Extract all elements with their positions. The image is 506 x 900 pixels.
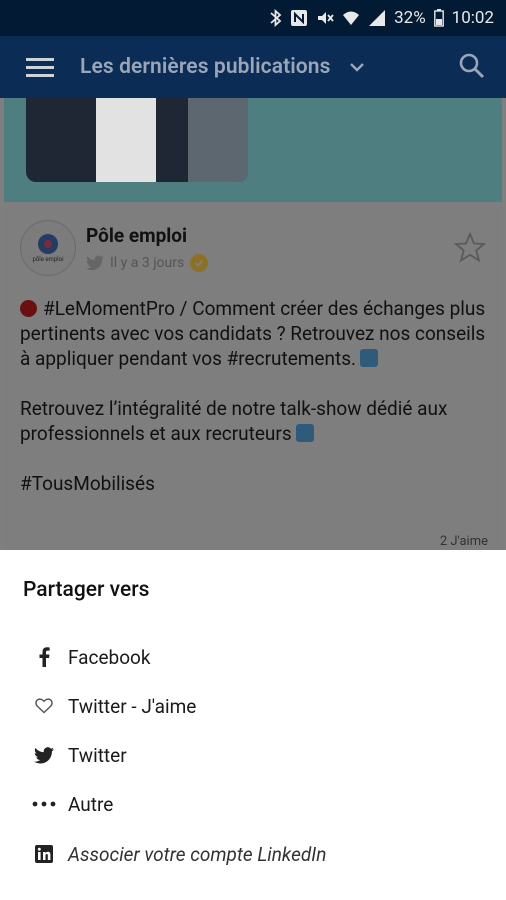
- signal-icon: [368, 8, 386, 28]
- share-item-label: Facebook: [68, 645, 151, 669]
- page-title[interactable]: Les dernières publications: [80, 55, 331, 79]
- post-time: Il y a 3 jours: [110, 255, 185, 271]
- bluetooth-icon: [270, 8, 282, 28]
- post-meta: Il y a 3 jours: [86, 254, 209, 272]
- share-twitter[interactable]: Twitter: [0, 733, 506, 777]
- verified-badge-icon: [190, 254, 209, 272]
- like-count: 2 J'aime: [439, 534, 488, 549]
- facebook-icon: [22, 647, 66, 667]
- post-body: #LeMomentPro / Comment créer des échange…: [20, 296, 490, 521]
- share-item-label: Twitter - J'aime: [68, 694, 197, 718]
- clock: 10:02: [451, 8, 494, 28]
- share-item-label: Autre: [68, 792, 114, 816]
- wifi-icon: [342, 8, 360, 28]
- app-bar: Les dernières publications: [0, 36, 506, 98]
- share-sheet-title: Partager vers: [23, 578, 150, 602]
- nfc-icon: [290, 8, 308, 28]
- share-other[interactable]: Autre: [0, 782, 506, 826]
- right-arrow-emoji: [295, 424, 314, 442]
- pole-emploi-logo: [38, 233, 58, 254]
- link-linkedin-account[interactable]: Associer votre compte LinkedIn: [0, 832, 506, 876]
- battery-icon: [433, 8, 444, 28]
- post-paragraph: Retrouvez l’intégralité de notre talk-sh…: [20, 397, 448, 445]
- twitter-icon: [22, 746, 66, 764]
- feed: pôle emploi Pôle emploi Il y a 3 jours #…: [0, 98, 506, 550]
- linkedin-icon: [22, 845, 66, 863]
- menu-button[interactable]: [0, 56, 80, 78]
- red-circle-emoji: [20, 300, 37, 317]
- post-paragraph: #LeMomentPro / Comment créer des échange…: [20, 297, 486, 370]
- avatar[interactable]: pôle emploi: [20, 220, 76, 276]
- status-bar: 32% 10:02: [0, 0, 506, 36]
- share-sheet: Partager vers Facebook Twitter - J'aime …: [0, 550, 506, 900]
- heart-icon: [22, 698, 66, 714]
- share-twitter-like[interactable]: Twitter - J'aime: [0, 684, 506, 728]
- chevron-down-icon[interactable]: [349, 61, 365, 73]
- down-arrow-emoji: [360, 349, 379, 367]
- battery-percent: 32%: [394, 8, 426, 28]
- mute-icon: [316, 8, 334, 28]
- search-icon[interactable]: [458, 52, 486, 84]
- previous-post-image[interactable]: [26, 98, 248, 182]
- share-item-label: Twitter: [68, 743, 127, 767]
- twitter-icon: [86, 255, 104, 271]
- share-item-label: Associer votre compte LinkedIn: [68, 842, 327, 866]
- favorite-star-icon[interactable]: [453, 231, 487, 266]
- post-author[interactable]: Pôle emploi: [86, 224, 187, 247]
- more-dots-icon: [22, 801, 66, 807]
- post-paragraph: #TousMobilisés: [20, 472, 155, 495]
- hamburger-icon: [26, 58, 54, 77]
- post-card: pôle emploi Pôle emploi Il y a 3 jours #…: [4, 202, 502, 550]
- share-facebook[interactable]: Facebook: [0, 635, 506, 679]
